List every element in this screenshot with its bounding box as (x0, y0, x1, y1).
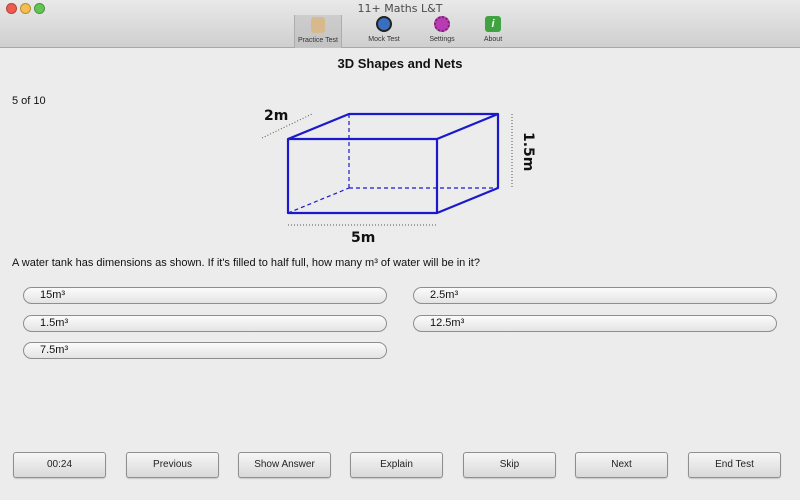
page-title: 3D Shapes and Nets (337, 56, 463, 71)
answer-option-4[interactable]: 12.5m³ (413, 315, 777, 332)
toolbar-item-practice-test[interactable]: Practice Test (294, 15, 342, 48)
timer-button[interactable]: 00:24 (13, 452, 106, 478)
skip-button[interactable]: Skip (463, 452, 556, 478)
show-answer-button[interactable]: Show Answer (238, 452, 331, 478)
toolbar-item-settings[interactable]: Settings (422, 16, 462, 46)
clipboard-icon (311, 17, 325, 33)
previous-button[interactable]: Previous (126, 452, 219, 478)
next-button[interactable]: Next (575, 452, 668, 478)
width-label: 5m (351, 230, 375, 246)
answer-option-1[interactable]: 15m³ (23, 287, 387, 304)
window-title: 11+ Maths L&T (357, 2, 443, 15)
answer-option-5[interactable]: 7.5m³ (23, 342, 387, 359)
window-toolbar: 11+ Maths L&T Practice Test Mock Test Se… (0, 0, 800, 48)
answer-option-3[interactable]: 1.5m³ (23, 315, 387, 332)
question-progress: 5 of 10 (12, 95, 46, 107)
toolbar-item-about[interactable]: i About (476, 16, 510, 46)
height-label: 1.5m (520, 132, 536, 171)
explain-button[interactable]: Explain (350, 452, 443, 478)
end-test-button[interactable]: End Test (688, 452, 781, 478)
toolbar-item-mock-test[interactable]: Mock Test (362, 16, 406, 46)
answer-option-2[interactable]: 2.5m³ (413, 287, 777, 304)
depth-label: 2m (264, 108, 288, 124)
stopwatch-icon (376, 16, 392, 32)
info-icon: i (485, 16, 501, 32)
question-text: A water tank has dimensions as shown. If… (12, 257, 480, 269)
cuboid-diagram: 2m 5m 1.5m (261, 108, 536, 246)
gear-icon (434, 16, 450, 32)
